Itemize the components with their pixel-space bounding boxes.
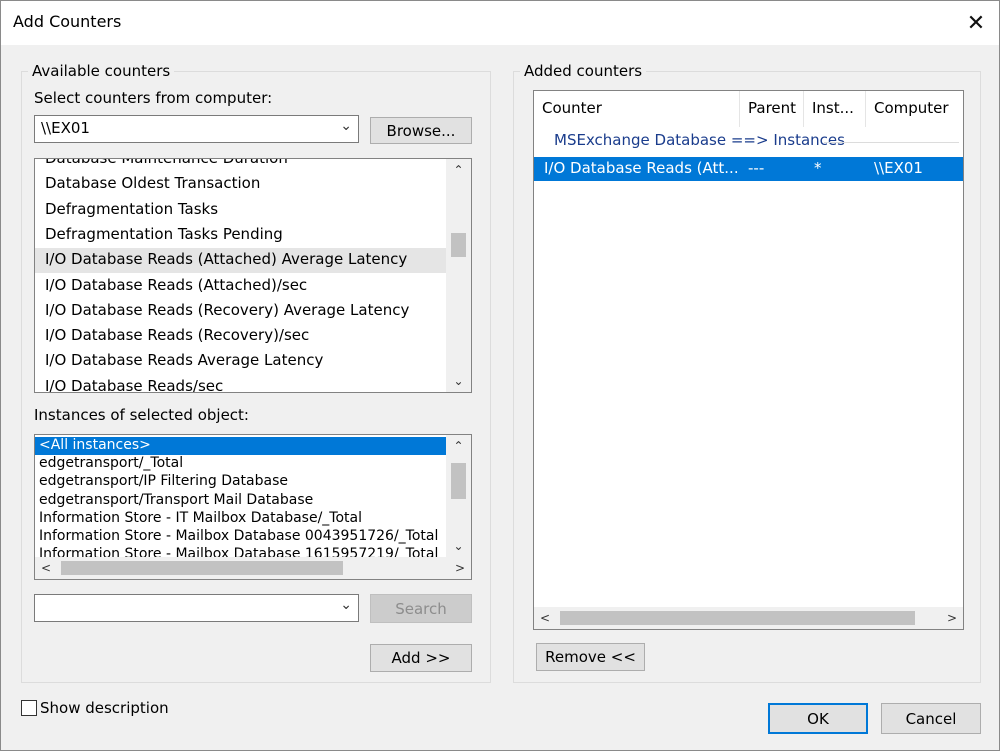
computer-label: Select counters from computer: xyxy=(34,89,273,107)
counter-list-item[interactable]: I/O Database Reads (Attached)/sec xyxy=(35,274,446,299)
counter-list-item[interactable]: I/O Database Reads Average Latency xyxy=(35,349,446,374)
browse-button[interactable]: Browse... xyxy=(370,117,472,144)
counter-list-item[interactable]: I/O Database Reads (Attached) Average La… xyxy=(35,248,446,274)
ok-button[interactable]: OK xyxy=(768,703,868,734)
instance-list-item[interactable]: Information Store - Mailbox Database 004… xyxy=(35,528,446,546)
instance-list-item[interactable]: edgetransport/_Total xyxy=(35,455,446,473)
counter-list-item[interactable]: Defragmentation Tasks Pending xyxy=(35,223,446,248)
added-counters-label: Added counters xyxy=(520,62,647,80)
computer-combo[interactable]: \\EX01 ⌄ xyxy=(34,115,359,143)
instance-list-item[interactable]: edgetransport/Transport Mail Database xyxy=(35,492,446,510)
counter-list-item[interactable]: I/O Database Reads (Recovery)/sec xyxy=(35,324,446,349)
available-counters-label: Available counters xyxy=(28,62,175,80)
column-header-computer[interactable]: Computer xyxy=(866,91,963,127)
added-counters-table[interactable]: Counter Parent Inst... Computer MSExchan… xyxy=(533,90,964,630)
instance-list-item[interactable]: Information Store - IT Mailbox Database/… xyxy=(35,510,446,528)
group-row[interactable]: MSExchange Database ==> Instances xyxy=(554,131,845,149)
counter-list-item[interactable]: I/O Database Reads (Recovery) Average La… xyxy=(35,299,446,324)
dialog-title: Add Counters xyxy=(13,12,122,31)
chevron-down-icon[interactable]: ⌄ xyxy=(340,118,352,134)
column-header-instance[interactable]: Inst... xyxy=(804,91,866,127)
instances-list[interactable]: <All instances> edgetransport/_Total edget… xyxy=(34,434,472,580)
scroll-down-icon[interactable]: ⌄ xyxy=(446,535,471,557)
cell-instance: * xyxy=(814,159,822,177)
scroll-thumb[interactable] xyxy=(61,561,343,575)
instance-list-item[interactable]: edgetransport/IP Filtering Database xyxy=(35,473,446,491)
scroll-right-icon[interactable]: > xyxy=(941,607,963,629)
scroll-thumb[interactable] xyxy=(451,463,466,499)
scroll-up-icon[interactable]: ⌃ xyxy=(446,435,471,457)
column-header-counter[interactable]: Counter xyxy=(534,91,740,127)
group-divider xyxy=(824,142,959,143)
computer-value: \\EX01 xyxy=(41,119,90,137)
scroll-thumb[interactable] xyxy=(451,233,466,257)
title-bar: Add Counters ✕ xyxy=(1,1,999,45)
scroll-up-icon[interactable]: ⌃ xyxy=(446,159,471,181)
show-description-checkbox[interactable] xyxy=(21,700,37,716)
scroll-thumb[interactable] xyxy=(560,611,915,625)
add-button[interactable]: Add >> xyxy=(370,644,472,672)
add-counters-dialog: Add Counters ✕ Available counters Select… xyxy=(0,0,1000,751)
scroll-down-icon[interactable]: ⌄ xyxy=(446,370,471,392)
scroll-left-icon[interactable]: < xyxy=(35,557,57,579)
cell-computer: \\EX01 xyxy=(874,159,923,177)
chevron-down-icon[interactable]: ⌄ xyxy=(340,597,352,613)
instances-horizontal-scrollbar[interactable]: < > xyxy=(35,557,471,579)
scroll-right-icon[interactable]: > xyxy=(449,557,471,579)
counters-list[interactable]: Database Maintenance Duration Database Ol… xyxy=(34,158,472,393)
cancel-button[interactable]: Cancel xyxy=(881,703,981,734)
counter-list-item[interactable]: Defragmentation Tasks xyxy=(35,198,446,223)
remove-button[interactable]: Remove << xyxy=(536,643,645,671)
cell-parent: --- xyxy=(748,159,765,177)
cell-counter: I/O Database Reads (Att... xyxy=(544,159,739,177)
added-horizontal-scrollbar[interactable]: < > xyxy=(534,607,963,629)
counters-vertical-scrollbar[interactable]: ⌃ ⌄ xyxy=(446,159,471,392)
added-counter-row[interactable]: I/O Database Reads (Att... --- * \\EX01 xyxy=(534,157,963,181)
counter-list-item[interactable]: Database Oldest Transaction xyxy=(35,172,446,197)
counter-list-item[interactable]: Database Maintenance Duration xyxy=(35,159,446,172)
scroll-left-icon[interactable]: < xyxy=(534,607,556,629)
instance-list-item[interactable]: <All instances> xyxy=(35,437,446,455)
instances-label: Instances of selected object: xyxy=(34,406,249,424)
show-description-label[interactable]: Show description xyxy=(40,699,169,717)
counter-list-item[interactable]: I/O Database Reads/sec xyxy=(35,375,446,392)
search-combo[interactable]: ⌄ xyxy=(34,594,359,622)
search-button[interactable]: Search xyxy=(370,594,472,623)
instances-vertical-scrollbar[interactable]: ⌃ ⌄ xyxy=(446,435,471,557)
close-icon[interactable]: ✕ xyxy=(953,1,999,45)
column-header-parent[interactable]: Parent xyxy=(740,91,804,127)
